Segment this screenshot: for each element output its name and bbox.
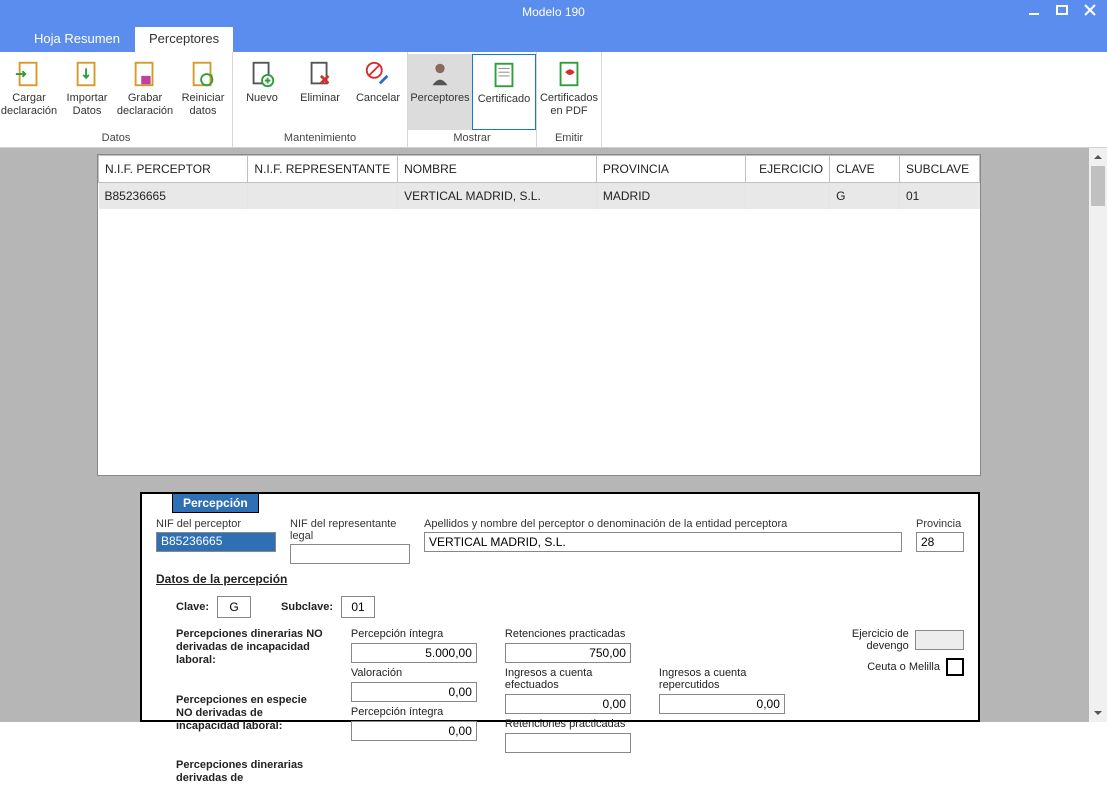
label-retenciones: Retenciones practicadas: [505, 628, 631, 640]
ribbon-group-label: Mostrar: [408, 130, 536, 147]
perceptores-view-button[interactable]: Perceptores: [408, 54, 472, 130]
content-area: N.I.F. PERCEPTOR N.I.F. REPRESENTANTE NO…: [97, 148, 1089, 722]
document-save-icon: [129, 58, 161, 90]
cell-nifr: [248, 183, 398, 210]
subclave-field[interactable]: [341, 596, 375, 618]
percepcion-integra-1-field[interactable]: [351, 643, 477, 663]
eliminar-button[interactable]: Eliminar: [291, 54, 349, 130]
col-provincia[interactable]: PROVINCIA: [596, 156, 745, 183]
vertical-scrollbar[interactable]: [1089, 148, 1107, 722]
ribbon: Cargar declaración Importar Datos Grabar…: [0, 52, 1107, 148]
col-clave[interactable]: CLAVE: [830, 156, 900, 183]
scrollbar-thumb[interactable]: [1091, 166, 1105, 206]
col-nif-perceptor[interactable]: N.I.F. PERCEPTOR: [99, 156, 248, 183]
label-nif-perceptor: NIF del perceptor: [156, 518, 276, 530]
cell-nombre: VERTICAL MADRID, S.L.: [398, 183, 597, 210]
label-nombre: Apellidos y nombre del perceptor o denom…: [424, 518, 902, 530]
nif-perceptor-field[interactable]: B85236665: [156, 532, 276, 552]
document-arrow-icon: [71, 58, 103, 90]
document-import-icon: [13, 58, 45, 90]
cargar-declaracion-button[interactable]: Cargar declaración: [0, 54, 58, 130]
ribbon-group-label: Mantenimiento: [233, 130, 407, 147]
label-percepcion-integra: Percepción íntegra: [351, 628, 477, 640]
label-nif-representante: NIF del representante legal: [290, 518, 410, 542]
certificate-pdf-icon: [553, 58, 585, 90]
cancel-edit-icon: [362, 58, 394, 90]
label-clave: Clave:: [176, 601, 209, 613]
retenciones-2-field[interactable]: [505, 733, 631, 753]
label-percep-especie-no: Percepciones en especie NO derivadas de …: [176, 694, 323, 734]
tab-perceptores[interactable]: Perceptores: [134, 26, 234, 52]
datos-percepcion-heading: Datos de la percepción: [156, 572, 964, 586]
label-ingresos-repercutidos: Ingresos a cuenta repercutidos: [659, 667, 785, 691]
tab-hoja-resumen[interactable]: Hoja Resumen: [20, 27, 134, 52]
reiniciar-datos-button[interactable]: Reiniciar datos: [174, 54, 232, 130]
label-subclave: Subclave:: [281, 601, 333, 613]
col-subclave[interactable]: SUBCLAVE: [899, 156, 979, 183]
col-nif-representante[interactable]: N.I.F. REPRESENTANTE: [248, 156, 398, 183]
cell-provincia: MADRID: [596, 183, 745, 210]
ribbon-group-datos: Cargar declaración Importar Datos Grabar…: [0, 52, 233, 147]
ejercicio-devengo-field[interactable]: [915, 630, 964, 650]
window-title: Modelo 190: [522, 5, 585, 19]
label-ceuta-melilla: Ceuta o Melilla: [867, 661, 940, 673]
cell-clave: G: [830, 183, 900, 210]
work-area: N.I.F. PERCEPTOR N.I.F. REPRESENTANTE NO…: [0, 148, 1107, 722]
clave-field[interactable]: [217, 596, 251, 618]
cell-ejercicio: [746, 183, 830, 210]
ribbon-group-label: Emitir: [537, 130, 601, 147]
label-percepcion-integra-2: Percepción íntegra: [351, 706, 477, 718]
table-row[interactable]: B85236665 VERTICAL MADRID, S.L. MADRID G…: [99, 183, 980, 210]
scroll-up-button[interactable]: [1089, 148, 1107, 166]
percepcion-integra-2-field[interactable]: [351, 721, 477, 741]
col-nombre[interactable]: NOMBRE: [398, 156, 597, 183]
document-delete-icon: [304, 58, 336, 90]
grabar-declaracion-button[interactable]: Grabar declaración: [116, 54, 174, 130]
valoracion-field[interactable]: [351, 682, 477, 702]
ribbon-group-label: Datos: [0, 130, 232, 147]
cell-subclave: 01: [899, 183, 979, 210]
ribbon-group-mostrar: Perceptores Certificado Mostrar: [408, 52, 537, 147]
label-percep-dinerarias-no: Percepciones dinerarias NO derivadas de …: [176, 628, 323, 668]
importar-datos-button[interactable]: Importar Datos: [58, 54, 116, 130]
document-new-icon: [246, 58, 278, 90]
ribbon-group-emitir: Certificados en PDF Emitir: [537, 52, 602, 147]
label-retenciones-2: Retenciones practicadas: [505, 718, 631, 730]
close-button[interactable]: [1077, 0, 1103, 20]
certificate-icon: [488, 59, 520, 91]
window-controls: [1021, 0, 1103, 20]
section-title: Percepción: [172, 493, 259, 513]
label-ingresos-efectuados: Ingresos a cuenta efectuados: [505, 667, 631, 691]
nif-representante-field[interactable]: [290, 544, 410, 564]
nuevo-button[interactable]: Nuevo: [233, 54, 291, 130]
certificado-view-button[interactable]: Certificado: [472, 54, 536, 130]
label-ejercicio-devengo: Ejercicio de devengo: [831, 628, 909, 652]
col-ejercicio[interactable]: EJERCICIO: [746, 156, 830, 183]
label-percep-dinerarias-si: Percepciones dinerarias derivadas de: [176, 759, 323, 785]
cancelar-button[interactable]: Cancelar: [349, 54, 407, 130]
ingresos-efectuados-field[interactable]: [505, 694, 631, 714]
label-valoracion: Valoración: [351, 667, 477, 679]
ingresos-repercutidos-field[interactable]: [659, 694, 785, 714]
label-provincia: Provincia: [916, 518, 964, 530]
minimize-button[interactable]: [1021, 0, 1047, 20]
nombre-field[interactable]: [424, 532, 902, 552]
maximize-button[interactable]: [1049, 0, 1075, 20]
retenciones-1-field[interactable]: [505, 643, 631, 663]
table-header-row: N.I.F. PERCEPTOR N.I.F. REPRESENTANTE NO…: [99, 156, 980, 183]
certificados-pdf-button[interactable]: Certificados en PDF: [537, 54, 601, 130]
cell-nif: B85236665: [99, 183, 248, 210]
person-icon: [424, 58, 456, 90]
scroll-down-button[interactable]: [1089, 704, 1107, 722]
ribbon-group-mantenimiento: Nuevo Eliminar Cancelar Mantenimiento: [233, 52, 408, 147]
perceptores-grid[interactable]: N.I.F. PERCEPTOR N.I.F. REPRESENTANTE NO…: [97, 154, 981, 476]
percepcion-form: Percepción NIF del perceptor B85236665 N…: [140, 492, 980, 722]
provincia-field[interactable]: [916, 532, 964, 552]
main-tabs: Hoja Resumen Perceptores: [0, 24, 1107, 52]
document-refresh-icon: [187, 58, 219, 90]
title-bar: Modelo 190: [0, 0, 1107, 24]
ceuta-melilla-checkbox[interactable]: [946, 658, 964, 676]
